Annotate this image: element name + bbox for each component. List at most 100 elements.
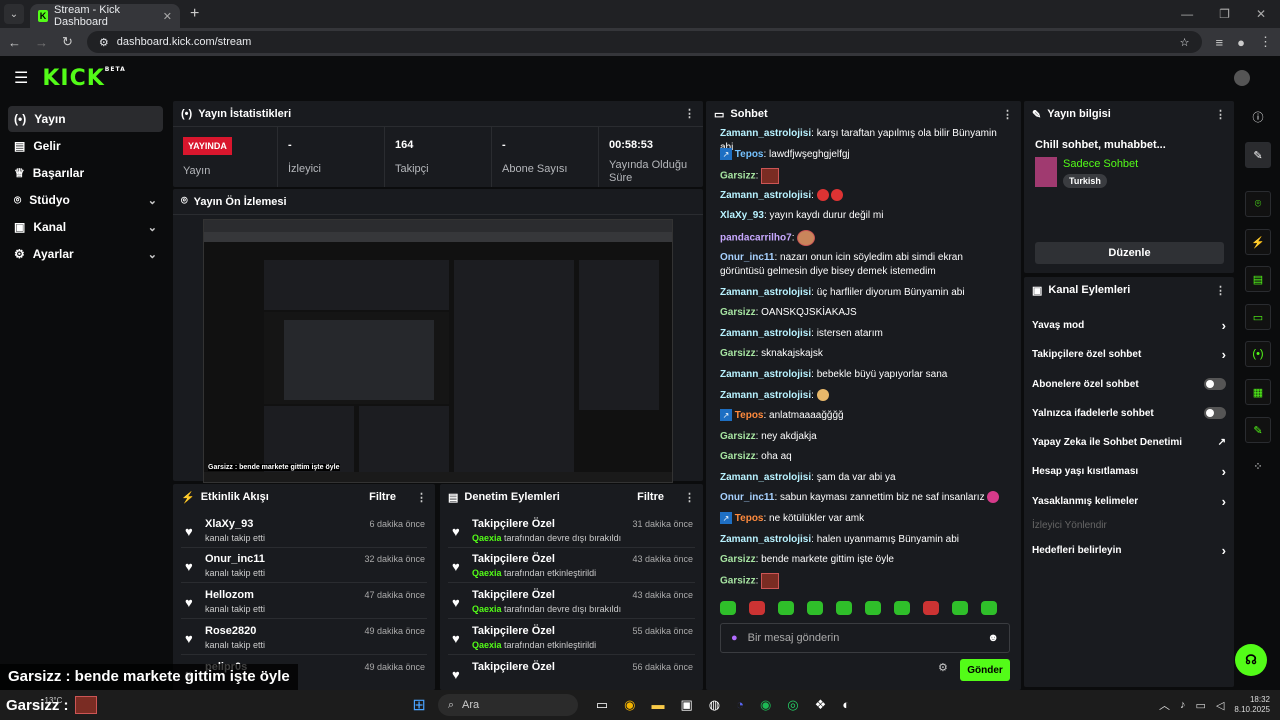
app-icon[interactable]: ❖ [815,697,827,713]
chat-username[interactable]: Garsizz [720,348,756,359]
filter-button[interactable]: Filtre [369,491,396,503]
activity-user[interactable]: Rose2820 [205,625,256,637]
sidebar-item-yayin[interactable]: (•) Yayın [8,106,163,132]
chat-username[interactable]: Zamann_astrolojisi [720,534,811,545]
emoji-picker-icon[interactable]: ☻ [987,632,999,644]
activity-user[interactable]: Onur_inc11 [205,553,265,565]
chat-username[interactable]: Zamann_astrolojisi [720,472,811,483]
sidebar-item-basarilar[interactable]: ♕ Başarılar [8,160,163,186]
activity-user[interactable]: Hellozom [205,589,254,601]
new-tab-icon[interactable]: + [190,5,199,23]
emote-icon[interactable] [720,601,736,615]
action-ai-moderation[interactable]: Yapay Zeka ile Sohbet Denetimi ↗ [1032,430,1226,454]
user-avatar[interactable] [1234,70,1250,86]
address-bar[interactable]: ⚙ dashboard.kick.com/stream ☆ [86,31,1202,53]
close-window-icon[interactable]: ✕ [1256,7,1266,21]
chat-username[interactable]: Garsizz [720,431,756,442]
chat-username[interactable]: Tepos [735,513,764,524]
tab-close-icon[interactable]: ✕ [163,10,172,23]
emote-icon[interactable] [923,601,939,615]
sidebar-item-kanal[interactable]: ▣ Kanal ⌄ [8,214,163,240]
minimize-icon[interactable]: — [1181,7,1193,21]
camera-icon[interactable]: ⌾ [1245,191,1271,217]
broadcast-icon[interactable]: (•) [1245,341,1271,367]
activity-user[interactable]: XlaXy_93 [205,518,253,530]
microphone-icon[interactable]: ● [731,632,738,644]
emote-icon[interactable] [981,601,997,615]
edit-button[interactable]: Düzenle [1035,242,1224,264]
spotify-icon[interactable]: ◉ [760,697,771,713]
emote-icon[interactable] [894,601,910,615]
reload-icon[interactable]: ↻ [62,34,73,50]
chat-username[interactable]: Garsizz [720,576,756,587]
more-options-icon[interactable]: ⋮ [1002,108,1013,121]
taskbar-search[interactable]: ⌕ Ara [437,694,578,716]
emote-icon[interactable] [778,601,794,615]
volume-icon[interactable]: ◁ [1216,699,1224,712]
subs-only-toggle[interactable] [1204,378,1226,390]
chat-input[interactable]: ● Bir mesaj gönderin ☻ [720,623,1010,653]
moderator-name[interactable]: Qaexia [472,640,502,650]
category-name[interactable]: Sadece Sohbet [1063,158,1138,170]
moderator-name[interactable]: Qaexia [472,533,502,543]
chat-username[interactable]: XlaXy_93 [720,210,764,221]
emote-icon[interactable] [807,601,823,615]
lightning-icon[interactable]: ⚡ [1245,229,1271,255]
wrench-icon[interactable]: ✎ [1245,417,1271,443]
chat-username[interactable]: Garsizz [720,554,756,565]
action-slow-mode[interactable]: Yavaş mod › [1032,313,1226,337]
chat-username[interactable]: Onur_inc11 [720,492,774,503]
discord-icon[interactable]: ◔ [736,697,744,713]
sidebar-item-gelir[interactable]: ▤ Gelir [8,133,163,159]
support-headset-icon[interactable]: ☊ [1235,644,1267,676]
emote-icon[interactable] [749,601,765,615]
filter-button[interactable]: Filtre [637,491,664,503]
task-view-icon[interactable]: ▭ [596,697,608,713]
action-account-age[interactable]: Hesap yaşı kısıtlaması › [1032,459,1226,483]
send-button[interactable]: Gönder [960,659,1010,681]
moderator-name[interactable]: Qaexia [472,604,502,614]
chat-username[interactable]: Tepos [735,149,764,160]
back-icon[interactable]: ← [8,35,21,50]
network-icon[interactable]: ▭ [1196,699,1206,712]
profile-icon[interactable]: ● [1237,35,1245,50]
emote-icon[interactable] [952,601,968,615]
tray-arrow-icon[interactable]: ︿ [1159,697,1170,713]
sidebar-item-studyo[interactable]: ⌾ Stüdyo ⌄ [8,187,163,213]
chat-username[interactable]: Garsizz [720,307,756,318]
browser-tab[interactable]: K Stream - Kick Dashboard ✕ [30,4,180,28]
edit-icon[interactable]: ✎ [1245,142,1271,168]
browser-menu-icon[interactable]: ⋮ [1259,34,1272,50]
tab-search-icon[interactable]: ⌄ [4,4,24,24]
obs-icon[interactable]: ◐ [842,697,850,713]
more-options-icon[interactable]: ⋮ [1215,108,1226,121]
emotes-only-toggle[interactable] [1204,407,1226,419]
weather-widget[interactable]: 13°C [45,696,63,705]
chat-username[interactable]: Tepos [735,410,764,421]
chat-username[interactable]: Zamann_astrolojisi [720,287,811,298]
layout-icon[interactable]: ▦ [1245,379,1271,405]
more-options-icon[interactable]: ⋮ [1215,284,1226,297]
chat-username[interactable]: Zamann_astrolojisi [720,190,811,201]
forward-icon[interactable]: → [35,35,48,50]
action-followers-only[interactable]: Takipçilere özel sohbet › [1032,342,1226,366]
action-goals[interactable]: Hedefleri belirleyin › [1032,538,1226,562]
chat-username[interactable]: Zamann_astrolojisi [720,390,811,401]
chat-username[interactable]: Garsizz [720,171,756,182]
emote-icon[interactable] [836,601,852,615]
chat-username[interactable]: Garsizz [720,451,756,462]
mic-icon[interactable]: ♪ [1180,699,1186,711]
sidebar-item-ayarlar[interactable]: ⚙ Ayarlar ⌄ [8,241,163,267]
more-options-icon[interactable]: ⋮ [684,491,695,504]
chat-username[interactable]: Zamann_astrolojisi [720,128,811,139]
hamburger-menu-icon[interactable]: ☰ [14,68,28,88]
more-options-icon[interactable]: ⋮ [416,491,427,504]
info-icon[interactable]: ⓘ [1245,104,1271,130]
chat-username[interactable]: pandacarrilho7 [720,233,792,244]
store-icon[interactable]: ▣ [680,697,692,713]
apps-icon[interactable]: ⁘ [1245,453,1271,479]
chat-icon[interactable]: ▭ [1245,304,1271,330]
action-banned-words[interactable]: Yasaklanmış kelimeler › [1032,489,1226,513]
maximize-icon[interactable]: ❐ [1219,7,1230,21]
emote-icon[interactable] [865,601,881,615]
